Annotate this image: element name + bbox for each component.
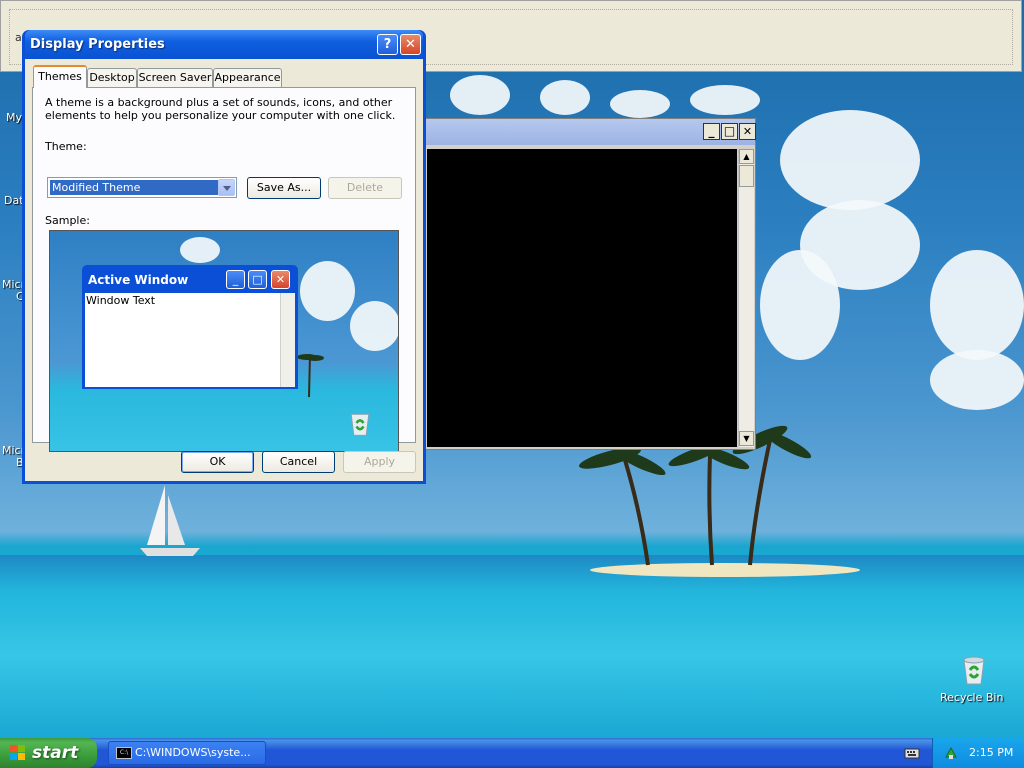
background-window-text: a [15,31,22,44]
tab-screen-saver[interactable]: Screen Saver [137,68,213,87]
desktop-icon-label[interactable]: Dat [4,194,24,207]
close-button[interactable]: ✕ [400,34,421,55]
system-tray: 2:15 PM [932,738,1024,768]
cloud [350,301,398,351]
question-icon: ? [383,37,392,52]
sample-maximize-icon: □ [248,270,267,289]
tab-desktop[interactable]: Desktop [87,68,137,87]
minimize-button[interactable]: _ [703,123,720,140]
taskbar: start C:\ C:\WINDOWS\syste... 2:15 PM [0,738,1024,768]
sample-minimize-icon: _ [226,270,245,289]
console-screen[interactable] [427,149,737,447]
cloud [610,90,670,118]
cancel-button[interactable]: Cancel [262,451,335,473]
dialog-titlebar[interactable]: Display Properties ? ✕ [25,30,423,59]
taskbar-item-console[interactable]: C:\ C:\WINDOWS\syste... [108,741,266,765]
close-button[interactable]: ✕ [739,123,756,140]
sample-palm-icon [297,353,324,398]
scroll-thumb[interactable] [739,165,754,187]
maximize-button[interactable]: □ [721,123,738,140]
sea [0,555,1024,738]
theme-select[interactable]: Modified Theme [47,177,237,198]
tab-themes[interactable]: Themes [33,65,87,88]
cloud [760,250,840,360]
dialog-body: Themes Desktop Screen Saver Appearance A… [25,59,423,481]
save-as-button[interactable]: Save As... [247,177,321,199]
taskbar-item-label: C:\WINDOWS\syste... [135,746,251,759]
display-properties-dialog[interactable]: Display Properties ? ✕ Themes Desktop Sc… [22,30,426,484]
clock[interactable]: 2:15 PM [969,746,1013,759]
recycle-bin-label[interactable]: Recycle Bin [940,691,1003,704]
cloud [180,237,220,263]
apply-button[interactable]: Apply [343,451,416,473]
sample-active-window: Active Window _ □ ✕ Window Text [82,265,298,389]
chevron-down-icon[interactable] [218,179,235,196]
sailboat [140,485,200,556]
sample-label: Sample: [45,214,90,227]
theme-description: A theme is a background plus a set of so… [45,96,396,122]
sample-scrollbar [280,293,295,387]
cloud [540,80,590,115]
cloud [450,75,510,115]
desktop-icon-label[interactable]: My [6,111,22,124]
console-window[interactable]: _ □ ✕ ▲ ▼ [404,118,756,450]
cloud [690,85,760,115]
keyboard-icon[interactable] [904,746,920,760]
sample-recycle-bin-icon [350,413,370,436]
start-label: start [32,743,79,763]
windows-logo-icon [10,745,27,761]
start-button[interactable]: start [0,738,97,768]
tab-appearance[interactable]: Appearance [213,68,282,87]
sample-window-body: Window Text [85,293,295,387]
cloud [780,110,920,210]
themes-panel: A theme is a background plus a set of so… [32,87,416,452]
theme-label: Theme: [45,140,87,153]
theme-select-value: Modified Theme [50,180,218,195]
network-icon[interactable] [943,745,959,761]
close-icon: ✕ [405,37,416,52]
console-titlebar[interactable]: _ □ ✕ [405,119,756,145]
cloud [930,350,1024,410]
cloud [300,261,355,321]
recycle-bin-icon[interactable] [958,654,990,686]
delete-button[interactable]: Delete [328,177,402,199]
console-icon: C:\ [116,747,132,759]
theme-sample-preview: Active Window _ □ ✕ Window Text [49,230,399,452]
cloud [930,250,1024,360]
sample-window-title: Active Window [88,273,189,287]
sample-close-icon: ✕ [271,270,290,289]
help-button[interactable]: ? [377,34,398,55]
sample-window-text: Window Text [86,294,156,307]
console-scrollbar[interactable]: ▲ ▼ [738,149,754,447]
dialog-title: Display Properties [30,37,165,52]
scroll-down-arrow-icon[interactable]: ▼ [739,431,754,446]
scroll-up-arrow-icon[interactable]: ▲ [739,149,754,164]
ok-button[interactable]: OK [181,451,254,473]
